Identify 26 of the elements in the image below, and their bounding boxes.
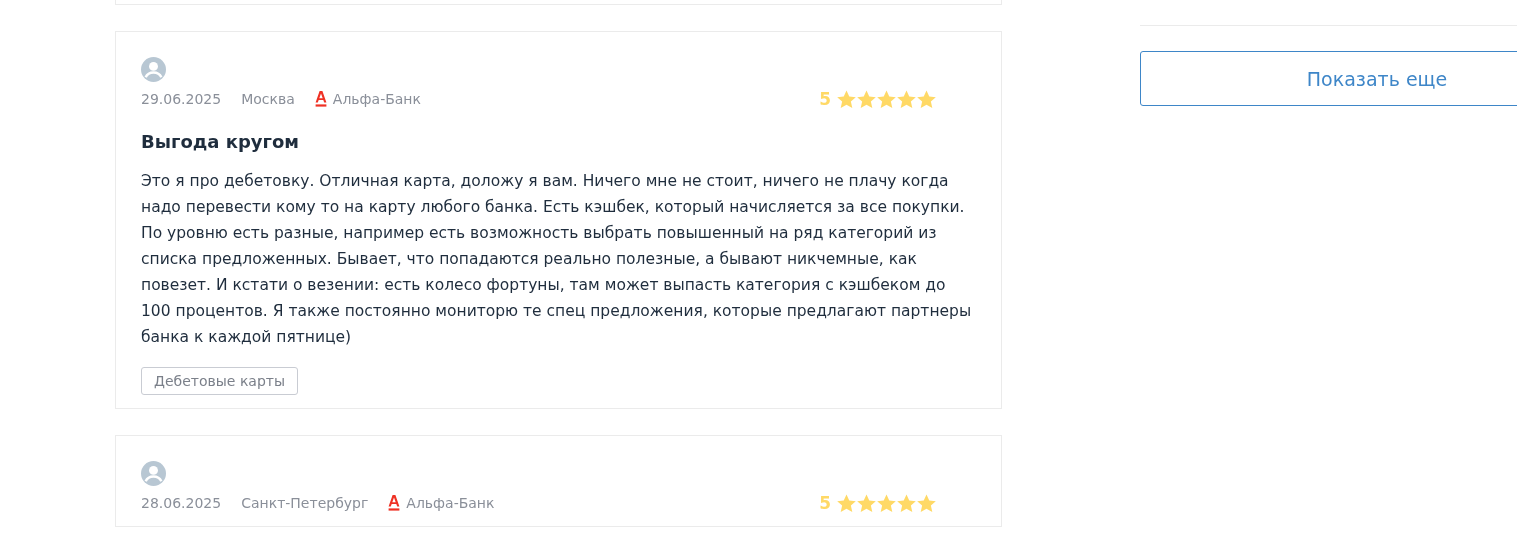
star-icon xyxy=(917,493,936,513)
star-icon xyxy=(857,493,876,513)
bank-logo-icon xyxy=(314,91,327,107)
avatar-icon xyxy=(141,57,166,82)
bank-name: Альфа-Банк xyxy=(332,91,421,107)
bank-logo-icon xyxy=(388,495,401,511)
review-city: Москва xyxy=(241,91,295,107)
star-icon xyxy=(837,89,856,109)
review-city: Санкт-Петербург xyxy=(241,495,369,511)
star-icon xyxy=(897,493,916,513)
bank-name: Альфа-Банк xyxy=(406,495,495,511)
show-more-button[interactable]: Показать еще xyxy=(1140,51,1517,106)
review-text: Это я про дебетовку. Отличная карта, доложу я вам. Ничего мне не стоит, ничего не плачу когда надо перевести кому то на карту любого банка. Есть кэшбек, который начисляется за все покупки. По уровню есть разные, например есть возможность выбрать повышенный на ряд категорий из списка предложенных. Бывает, что попадаются реально полезные, а бывают никчемные, как повезет. И кстати о везении: есть колесо фортуны, там может выпасть категория с кэшбеком до 100 процентов. Я также постоянно мониторю те спец предложения, которые предлагают партнеры банка к каждой пятнице) xyxy=(141,171,973,348)
review-title: Выгода кругом xyxy=(141,131,301,152)
star-icon xyxy=(917,89,936,109)
star-icon xyxy=(877,493,896,513)
star-icon xyxy=(897,89,916,109)
star-icon xyxy=(857,89,876,109)
avatar-icon xyxy=(141,461,166,486)
rating-value: 5 xyxy=(819,493,831,513)
category-tag[interactable]: Дебетовые карты xyxy=(141,367,299,395)
star-icon xyxy=(837,493,856,513)
review-date: 28.06.2025 xyxy=(141,495,222,511)
rating-value: 5 xyxy=(819,89,831,109)
star-icon xyxy=(877,89,896,109)
review-date: 29.06.2025 xyxy=(141,91,222,107)
